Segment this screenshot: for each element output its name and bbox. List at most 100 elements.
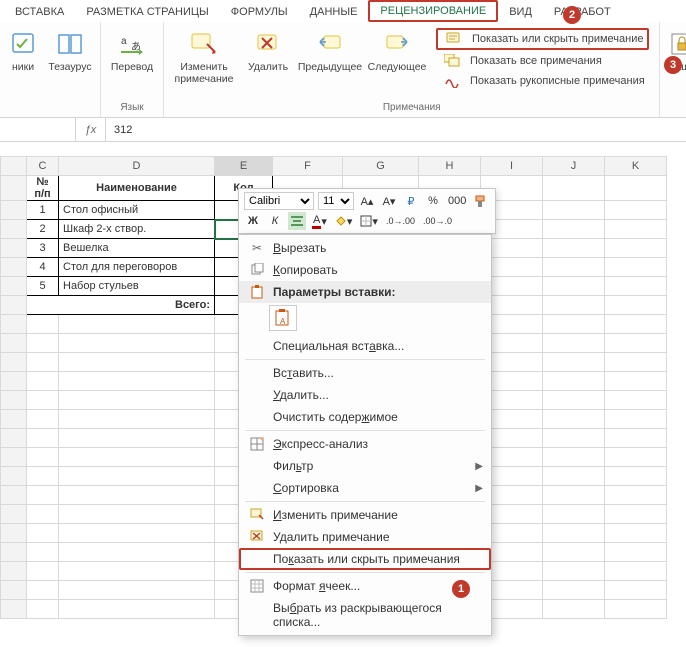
thesaurus-button[interactable]: Тезаурус [46,26,94,76]
col-header-G[interactable]: G [343,157,419,176]
col-header-D[interactable]: D [59,157,215,176]
prev-comment-icon [314,28,346,60]
col-header-F[interactable]: F [273,157,343,176]
cell-num[interactable]: 1 [27,201,59,220]
show-hide-comment-label: Показать или скрыть примечание [472,33,643,45]
comma-format-icon[interactable]: 000 [446,192,468,210]
ctx-delete-comment[interactable]: Удалить примечание [239,526,491,548]
ctx-toggle-comment[interactable]: Показать или скрыть примечания [239,548,491,570]
fx-button[interactable]: ƒx [76,118,106,141]
tab-page-layout[interactable]: РАЗМЕТКА СТРАНИЦЫ [75,2,219,22]
col-header-K[interactable]: K [605,157,667,176]
callout-1: 1 [452,580,470,598]
name-box[interactable] [0,118,76,141]
tab-developer[interactable]: РАЗРАБОТ [543,2,622,22]
row-header[interactable] [1,239,27,258]
cell-name[interactable]: Вешелка [59,239,215,258]
tab-formulas[interactable]: ФОРМУЛЫ [220,2,299,22]
translate-button[interactable]: aあ Перевод [107,26,157,76]
chevron-right-icon: ▶ [475,483,483,494]
cell-name[interactable]: Шкаф 2-х створ. [59,220,215,239]
group-label-language: Язык [120,100,143,115]
col-header-E[interactable]: E [215,157,273,176]
chevron-right-icon: ▶ [475,461,483,472]
next-comment-button[interactable]: Следующее [368,26,426,76]
row-header[interactable] [1,220,27,239]
ctx-paste-special[interactable]: Специальная вставка... [239,335,491,357]
font-size-select[interactable]: 11 [318,192,354,210]
cell-num[interactable]: 5 [27,277,59,296]
row-header[interactable] [1,201,27,220]
formula-bar: ƒx 312 [0,118,686,142]
context-menu: ✂ Вырезать Копировать Параметры вставки:… [238,234,492,636]
borders-icon[interactable]: ▾ [358,212,380,230]
total-label: Всего: [27,296,215,315]
cell-name[interactable]: Стол для переговоров [59,258,215,277]
formula-input[interactable]: 312 [106,118,686,141]
row-header[interactable] [1,277,27,296]
decrease-decimal-icon[interactable]: .0→.00 [384,212,417,230]
ctx-sort[interactable]: Сортировка ▶ [239,477,491,499]
thesaurus-icon [54,28,86,60]
decrease-font-icon[interactable]: A▾ [380,192,398,210]
align-center-icon[interactable] [288,212,306,230]
cell-name[interactable]: Стол офисный [59,201,215,220]
ctx-quick-analysis[interactable]: Экспресс-анализ [239,433,491,455]
font-family-select[interactable]: Calibri [244,192,314,210]
cell-num[interactable]: 4 [27,258,59,277]
ctx-cut[interactable]: ✂ Вырезать [239,237,491,259]
font-color-icon[interactable]: A▾ [310,212,329,230]
prev-comment-button[interactable]: Предыдущее [298,26,362,76]
comment-toggle-icon [442,32,466,46]
delete-comment-button[interactable]: Удалить [244,26,292,76]
edit-comment-button[interactable]: Изменить примечание [170,26,238,87]
cell-num[interactable]: 2 [27,220,59,239]
row-header[interactable] [1,296,27,315]
ink-icon [440,74,464,88]
spelling-button[interactable]: ники [6,26,40,76]
col-header-I[interactable]: I [481,157,543,176]
fill-color-icon[interactable]: ▾ [333,212,355,230]
tab-review[interactable]: РЕЦЕНЗИРОВАНИЕ [368,0,498,22]
cell-name[interactable]: Набор стульев [59,277,215,296]
scissors-icon: ✂ [245,241,269,255]
col-header-C[interactable]: C [27,157,59,176]
format-painter-icon[interactable] [472,192,490,210]
tab-view[interactable]: ВИД [498,2,543,22]
row-header[interactable] [1,176,27,201]
ribbon: ники Тезаурус aあ Перевод Язык [0,22,686,118]
ctx-filter[interactable]: Фильтр ▶ [239,455,491,477]
tab-data[interactable]: ДАННЫЕ [299,2,369,22]
ctx-pick-from-list[interactable]: Выбрать из раскрывающегося списка... [239,597,491,633]
corner-cell[interactable] [1,157,27,176]
col-header-J[interactable]: J [543,157,605,176]
bold-button[interactable]: Ж [244,212,262,230]
row-header[interactable] [1,258,27,277]
increase-decimal-icon[interactable]: .00→.0 [421,212,454,230]
ctx-insert[interactable]: Вставить... [239,362,491,384]
comments-all-icon [440,54,464,68]
italic-button[interactable]: К [266,212,284,230]
show-hide-comment-button[interactable]: Показать или скрыть примечание [436,28,649,50]
ctx-paste-options-header: Параметры вставки: [239,281,491,303]
show-all-comments-button[interactable]: Показать все примечания [436,52,649,70]
header-name: Наименование [59,176,215,201]
ctx-clear[interactable]: Очистить содержимое [239,406,491,428]
ctx-edit-comment[interactable]: Изменить примечание [239,504,491,526]
paste-default-button[interactable]: A [269,305,297,331]
copy-icon [245,263,269,277]
tab-insert[interactable]: ВСТАВКА [4,2,75,22]
ctx-copy[interactable]: Копировать [239,259,491,281]
percent-format-icon[interactable]: % [424,192,442,210]
increase-font-icon[interactable]: A▴ [358,192,376,210]
show-ink-button[interactable]: Показать рукописные примечания [436,72,649,90]
ctx-delete[interactable]: Удалить... [239,384,491,406]
show-ink-label: Показать рукописные примечания [470,75,645,87]
show-all-comments-label: Показать все примечания [470,55,602,67]
group-label-comments: Примечания [383,100,441,115]
ribbon-tabs: ВСТАВКА РАЗМЕТКА СТРАНИЦЫ ФОРМУЛЫ ДАННЫЕ… [0,0,686,22]
col-header-H[interactable]: H [419,157,481,176]
delete-comment-icon [252,28,284,60]
accounting-format-icon[interactable]: ₽ [402,192,420,210]
cell-num[interactable]: 3 [27,239,59,258]
